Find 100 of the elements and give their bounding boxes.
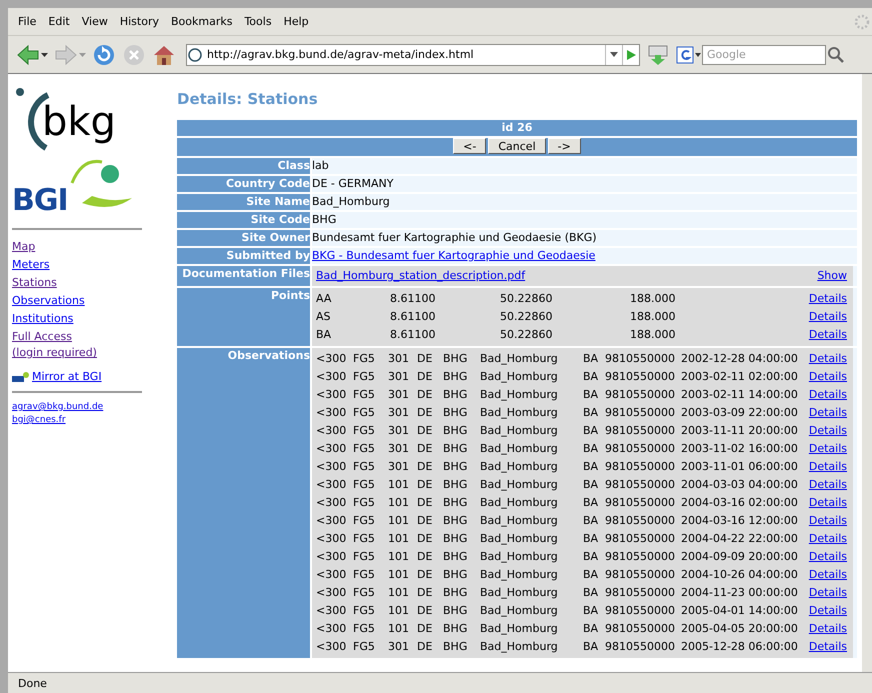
observation-value: 301 [388,441,410,457]
download-icon[interactable] [646,42,670,66]
observation-value: BA [583,603,600,619]
mirror-link[interactable]: Mirror at BGI [12,370,102,383]
observation-value: Bad_Homburg [480,369,559,385]
observation-value: 2004-03-16 02:00:00 [681,495,799,511]
search-icon[interactable] [826,46,846,64]
email-link[interactable]: agrav@bkg.bund.de [12,401,104,414]
go-icon[interactable] [625,48,637,60]
dropdown-icon[interactable] [610,52,618,57]
point-value: 8.61100 [390,291,436,307]
field-value: DE - GERMANY [312,176,857,192]
nav-link[interactable]: Stations [12,274,57,292]
observation-value: FG5 [353,621,376,637]
menu-item[interactable]: Edit [42,15,76,28]
observation-value: <300 [316,459,348,475]
nav-link[interactable]: Institutions [12,310,74,328]
caret-icon[interactable] [41,52,48,56]
menu-item[interactable]: Help [278,15,315,28]
observation-value: 2004-04-22 22:00:00 [681,531,799,547]
nav-button[interactable]: -> [548,138,581,154]
field-label: Submitted by [177,248,310,264]
observation-value: FG5 [353,477,376,493]
observation-value: 101 [388,531,410,547]
back-arrow-icon[interactable] [16,42,40,66]
details-link[interactable]: Details [808,512,847,530]
observation-value: Bad_Homburg [480,387,559,403]
observation-value: BHG [443,639,468,655]
details-link[interactable]: Details [808,584,847,602]
field-label: Points [177,288,310,346]
details-link[interactable]: Details [808,404,847,422]
details-link[interactable]: Details [808,620,847,638]
google-icon[interactable] [676,46,702,64]
details-link[interactable]: Details [808,350,847,368]
observation-value: Bad_Homburg [480,549,559,565]
observation-value: 101 [388,621,410,637]
details-link[interactable]: Details [808,530,847,548]
menu-item[interactable]: View [76,15,114,28]
observation-value: DE [417,405,434,421]
details-link[interactable]: Details [808,308,847,326]
details-link[interactable]: Details [808,326,847,344]
observation-value: 9810550000 [605,531,676,547]
observation-value: <300 [316,513,348,529]
observation-value: 301 [388,405,410,421]
address-field[interactable]: http://agrav.bkg.bund.de/agrav-meta/index.html [186,44,640,66]
observation-value: DE [417,441,434,457]
observation-value: 9810550000 [605,549,676,565]
details-link[interactable]: Details [808,548,847,566]
details-link[interactable]: Details [808,638,847,656]
show-link[interactable]: Show [817,268,847,284]
details-link[interactable]: Details [808,422,847,440]
nav-link[interactable]: Map [12,238,36,256]
observation-value: 101 [388,477,410,493]
details-link[interactable]: Details [808,566,847,584]
file-link[interactable]: Bad_Homburg_station_description.pdf [316,268,526,284]
details-link[interactable]: Details [808,494,847,512]
point-value: 8.61100 [390,309,436,325]
observation-value: 9810550000 [605,423,676,439]
observation-value: Bad_Homburg [480,621,559,637]
observation-value: 101 [388,513,410,529]
details-link[interactable]: Details [808,440,847,458]
point-value: 50.22860 [500,327,554,343]
details-link[interactable]: Details [808,476,847,494]
observation-value: 2005-04-05 20:00:00 [681,621,799,637]
nav-button[interactable]: <- [453,138,486,154]
site-icon [187,46,203,62]
details-link[interactable]: Details [808,458,847,476]
nav-link[interactable]: Meters [12,256,50,274]
field-value: Bundesamt fuer Kartographie und Geodaesie (BKG) [312,230,857,246]
observation-value: 2003-11-02 16:00:00 [681,441,799,457]
nav-link[interactable]: (login required) [12,346,97,360]
observation-value: DE [417,495,434,511]
observation-value: 9810550000 [605,477,676,493]
observation-value: 301 [388,351,410,367]
bkg-logo: bkg [12,84,157,154]
email-link[interactable]: bgi@cnes.fr [12,414,66,427]
menu-item[interactable]: History [114,15,165,28]
details-link[interactable]: Details [808,386,847,404]
observation-value: 9810550000 [605,405,676,421]
observation-value: BA [583,585,600,601]
observation-value: 9810550000 [605,369,676,385]
observation-value: 101 [388,603,410,619]
menu-item[interactable]: Bookmarks [164,15,238,28]
nav-link[interactable]: Observations [12,292,85,310]
observation-value: <300 [316,621,348,637]
search-field[interactable]: Google [702,44,826,64]
details-link[interactable]: Details [808,602,847,620]
details-link[interactable]: Details [808,368,847,386]
observation-value: <300 [316,423,348,439]
observation-value: FG5 [353,603,376,619]
details-link[interactable]: Details [808,290,847,308]
observation-value: FG5 [353,351,376,367]
menu-item[interactable]: Tools [238,15,278,28]
observation-value: 2004-11-23 00:00:00 [681,585,799,601]
observation-value: BHG [443,603,468,619]
observation-value: 9810550000 [605,513,676,529]
nav-link[interactable]: Full Access [12,328,72,346]
nav-button[interactable]: Cancel [488,138,546,154]
reload-icon[interactable] [92,42,116,66]
menu-item[interactable]: File [12,15,42,28]
